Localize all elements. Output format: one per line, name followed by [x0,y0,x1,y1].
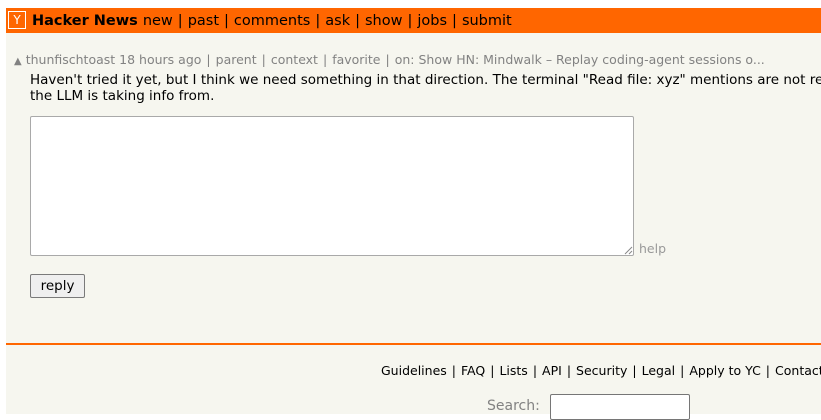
meta-separator: | [261,52,266,67]
story-link[interactable]: Show HN: Mindwalk – Replay coding-agent … [419,52,765,67]
nav-jobs[interactable]: jobs [417,13,447,29]
context-link[interactable]: context [271,52,318,67]
comment-meta: ▲ thunfischtoast 18 hours ago | parent | cont… [14,52,765,69]
nav-ask[interactable]: ask [325,13,350,29]
footer-link-guidelines[interactable]: Guidelines [381,363,447,378]
footer-link-legal[interactable]: Legal [642,363,676,378]
footer-separator: | [632,363,637,378]
nav-separator: | [355,13,360,29]
resize-grip-icon[interactable] [623,245,633,255]
comment-age[interactable]: 18 hours ago [119,52,201,67]
nav-separator: | [224,13,229,29]
nav-new[interactable]: new [143,13,173,29]
nav-past[interactable]: past [188,13,219,29]
meta-separator: | [322,52,328,67]
footer-link-lists[interactable]: Lists [499,363,527,378]
footer-separator: | [680,363,685,378]
search-label: Search: [487,398,540,414]
footer-separator: | [490,363,495,378]
favorite-link[interactable]: favorite [332,52,380,67]
nav-comments[interactable]: comments [234,13,310,29]
comment-line: Haven't tried it yet, but I think we nee… [30,72,821,88]
nav-bar: Hacker News new | past | comments | ask | show | jo… [32,13,512,30]
nav-separator: | [315,13,321,29]
footer-link-contact[interactable]: Contact [775,363,821,378]
nav-separator: | [407,13,413,29]
comment-author[interactable]: thunfischtoast [26,52,115,67]
nav-separator: | [452,13,457,29]
parent-link[interactable]: parent [216,52,257,67]
on-prefix: on: [394,52,415,67]
hn-logo[interactable]: Y [8,11,26,29]
nav-submit[interactable]: submit [462,13,512,29]
footer-separator: | [566,363,572,378]
meta-separator: | [385,52,390,67]
footer-link-security[interactable]: Security [576,363,627,378]
site-title[interactable]: Hacker News [32,13,138,29]
page-frame: Y Hacker News new | past | comments | ask | show |… [6,8,821,420]
comment-text: Haven't tried it yet, but I think we nee… [30,72,821,104]
meta-separator: | [206,52,211,67]
footer-link-faq[interactable]: FAQ [461,363,485,378]
footer-separator: | [532,363,538,378]
nav-show[interactable]: show [365,13,402,29]
upvote-icon[interactable]: ▲ [14,56,22,67]
top-bar: Y Hacker News new | past | comments | ask | show |… [6,8,821,33]
nav-separator: | [177,13,183,29]
footer-links: Guidelines | FAQ | Lists | API | Security | Legal |… [381,363,821,378]
footer-link-api[interactable]: API [542,363,562,378]
footer-divider [6,343,821,345]
search-input[interactable] [550,394,690,420]
reply-textarea[interactable] [30,116,634,256]
comment-line: the LLM is taking info from. [30,88,215,104]
reply-button[interactable]: reply [30,274,85,298]
help-link[interactable]: help [639,241,666,256]
footer-separator: | [451,363,456,378]
footer-separator: | [765,363,771,378]
footer-link-apply[interactable]: Apply to YC [689,363,760,378]
